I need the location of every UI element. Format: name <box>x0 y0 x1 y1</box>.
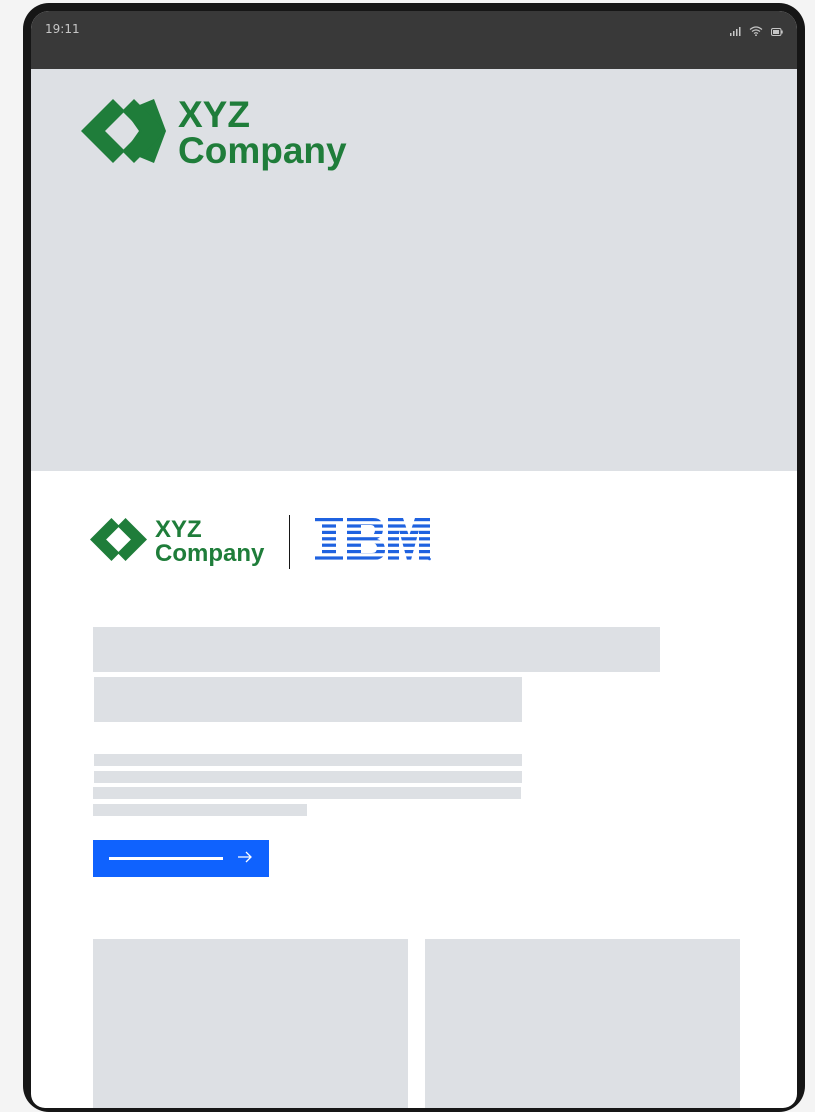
cta-label-placeholder <box>109 857 223 860</box>
hero-banner: XYZ Company <box>31 69 797 471</box>
logo-wordmark: XYZ Company <box>178 94 347 172</box>
wifi-icon <box>749 23 763 41</box>
ibm-logo <box>315 517 432 567</box>
status-icons <box>730 23 783 41</box>
cta-button[interactable] <box>93 840 269 877</box>
logo-line-1: XYZ <box>178 94 250 135</box>
cobrand-line-1: XYZ <box>155 516 202 544</box>
battery-icon <box>771 23 783 41</box>
company-logo[interactable]: XYZ Company <box>81 94 347 172</box>
logo-line-2: Company <box>178 130 347 172</box>
cobrand-wordmark: XYZ Company <box>155 518 264 565</box>
body-text-placeholder-1 <box>94 754 522 766</box>
body-text-placeholder-4 <box>93 804 307 816</box>
tablet-frame: 19:11 XYZ Company XYZ Company <box>23 3 805 1112</box>
headline-placeholder-2 <box>94 677 522 722</box>
arrow-right-icon <box>237 849 253 870</box>
body-text-placeholder-2 <box>94 771 522 783</box>
body-text-placeholder-3 <box>93 787 521 799</box>
card-placeholder-1[interactable] <box>93 939 408 1108</box>
status-time: 19:11 <box>45 22 80 36</box>
diamond-logo-icon <box>90 518 147 566</box>
status-bar: 19:11 <box>31 11 797 69</box>
card-placeholder-2[interactable] <box>425 939 740 1108</box>
cobrand-divider <box>289 515 291 569</box>
headline-placeholder-1 <box>93 627 660 672</box>
cobrand-line-2: Company <box>155 540 265 567</box>
cobrand-lockup: XYZ Company <box>90 515 432 569</box>
signal-icon <box>730 23 741 41</box>
screen: 19:11 XYZ Company XYZ Company <box>31 11 797 1108</box>
diamond-logo-icon <box>81 98 166 168</box>
